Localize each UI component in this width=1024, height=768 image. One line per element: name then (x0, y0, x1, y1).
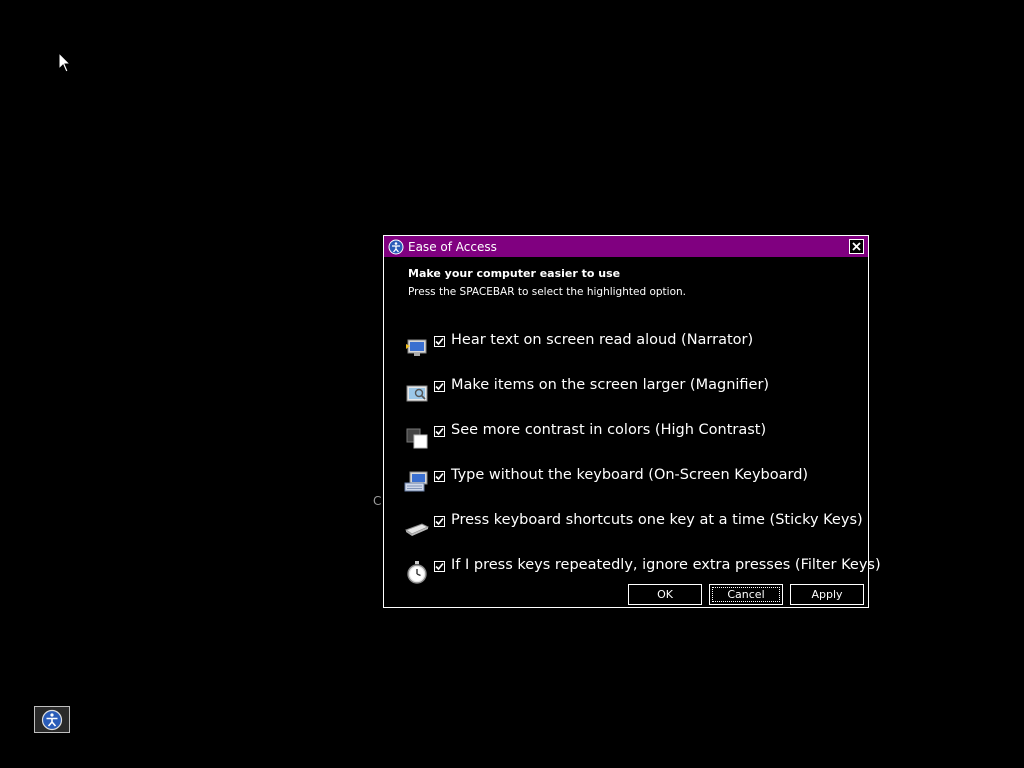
high-contrast-icon (406, 428, 428, 449)
magnifier-label: Make items on the screen larger (Magnifi… (451, 377, 770, 393)
narrator-icon (406, 339, 427, 356)
filter-keys-label: If I press keys repeatedly, ignore extra… (451, 557, 881, 573)
close-button[interactable] (849, 239, 864, 254)
narrator-checkbox[interactable] (434, 336, 445, 347)
desktop-background: C Ease of Access Make your computer easi… (0, 0, 1024, 768)
option-magnifier[interactable]: Make items on the screen larger (Magnifi… (404, 377, 770, 409)
dialog-heading: Make your computer easier to use (408, 267, 621, 280)
sticky-keys-checkbox[interactable] (434, 516, 445, 527)
ok-button[interactable]: OK (628, 584, 702, 605)
dialog-instructions: Press the SPACEBAR to select the highlig… (408, 286, 686, 298)
option-narrator[interactable]: Hear text on screen read aloud (Narrator… (404, 332, 754, 364)
apply-button[interactable]: Apply (790, 584, 864, 605)
cancel-button[interactable]: Cancel (709, 584, 783, 605)
narrator-label: Hear text on screen read aloud (Narrator… (451, 332, 754, 348)
close-icon (852, 242, 861, 251)
sticky-keys-label: Press keyboard shortcuts one key at a ti… (451, 512, 863, 528)
filter-keys-checkbox[interactable] (434, 561, 445, 572)
background-text-fragment: C (373, 494, 382, 508)
filter-keys-icon (407, 561, 427, 584)
magnifier-checkbox[interactable] (434, 381, 445, 392)
high-contrast-label: See more contrast in colors (High Contra… (451, 422, 767, 438)
dialog-content: Make your computer easier to use Press t… (384, 257, 881, 606)
checkmark-icon (435, 382, 444, 391)
option-sticky-keys[interactable]: Press keyboard shortcuts one key at a ti… (404, 512, 863, 544)
ease-of-access-dialog: Ease of Access Make your computer easier… (383, 235, 881, 608)
sticky-keys-icon (404, 523, 430, 536)
ease-of-access-taskbar-button[interactable] (34, 706, 70, 733)
checkmark-icon (435, 337, 444, 346)
ease-of-access-icon (41, 709, 63, 730)
option-high-contrast[interactable]: See more contrast in colors (High Contra… (404, 422, 767, 454)
magnifier-icon (406, 385, 428, 402)
mouse-cursor-icon (58, 52, 72, 73)
checkmark-icon (435, 517, 444, 526)
checkmark-icon (435, 562, 444, 571)
on-screen-keyboard-label: Type without the keyboard (On-Screen Key… (451, 467, 809, 483)
on-screen-keyboard-checkbox[interactable] (434, 471, 445, 482)
title-bar[interactable]: Ease of Access (384, 236, 868, 257)
ease-of-access-icon (388, 239, 404, 255)
window-title: Ease of Access (408, 239, 497, 254)
checkmark-icon (435, 472, 444, 481)
checkmark-icon (435, 427, 444, 436)
high-contrast-checkbox[interactable] (434, 426, 445, 437)
option-on-screen-keyboard[interactable]: Type without the keyboard (On-Screen Key… (404, 467, 809, 499)
on-screen-keyboard-icon (404, 471, 428, 492)
